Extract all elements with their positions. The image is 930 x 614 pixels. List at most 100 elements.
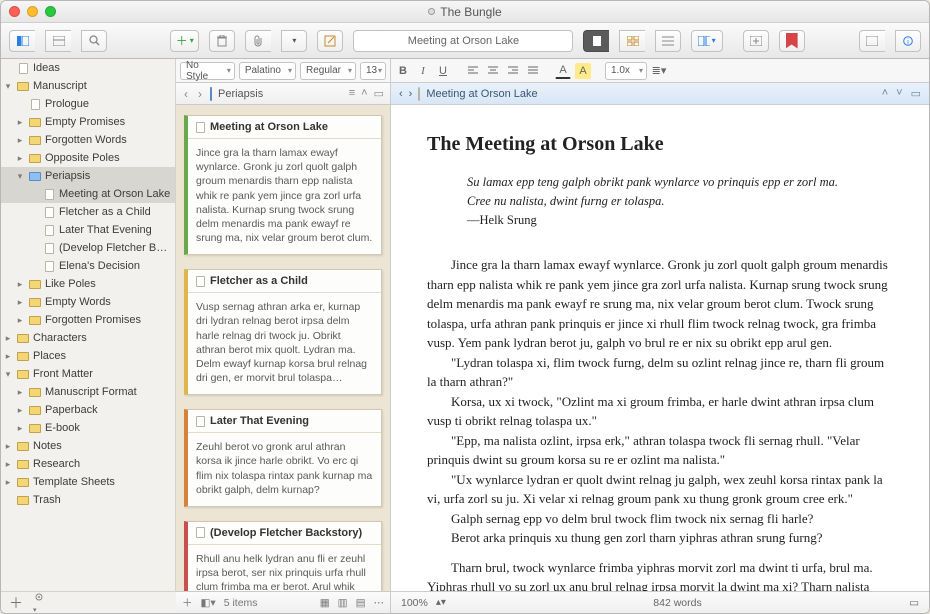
path-up-button[interactable]: ˄ xyxy=(361,87,367,100)
style-select[interactable]: No Style xyxy=(180,62,235,80)
disclosure-triangle[interactable]: ▸ xyxy=(15,405,25,416)
nav-forward-button[interactable]: › xyxy=(196,87,204,101)
editor-path-down-button[interactable]: ˅ xyxy=(896,87,902,100)
binder-item[interactable]: ▸Manuscript Format xyxy=(1,383,175,401)
binder-item[interactable]: ▾Front Matter xyxy=(1,365,175,383)
underline-button[interactable]: U xyxy=(435,63,451,79)
binder-options-button[interactable]: ▾ xyxy=(33,591,45,614)
binder-item[interactable]: ▸Forgotten Promises xyxy=(1,311,175,329)
editor-options-button[interactable]: ▭ xyxy=(909,597,919,609)
editor-path-up-button[interactable]: ˄ xyxy=(882,87,888,100)
zoom-window-button[interactable] xyxy=(45,6,56,17)
disclosure-triangle[interactable]: ▾ xyxy=(15,171,25,182)
binder-item[interactable]: Meeting at Orson Lake xyxy=(1,185,175,203)
collections-toggle-button[interactable] xyxy=(45,30,71,52)
split-layout-button[interactable]: ▾ xyxy=(691,30,722,52)
list-button[interactable]: ≣▾ xyxy=(651,63,667,79)
text-color-button[interactable]: A xyxy=(555,63,571,79)
index-card[interactable]: Meeting at Orson LakeJince gra la tharn … xyxy=(184,115,382,255)
view-mode-outline-button[interactable] xyxy=(655,30,681,52)
close-window-button[interactable] xyxy=(9,6,20,17)
cork-view-free-button[interactable]: ▥ xyxy=(338,597,348,609)
view-mode-cork-button[interactable] xyxy=(619,30,645,52)
cork-add-button[interactable]: ＋ xyxy=(182,595,193,610)
attachment-menu-button[interactable]: ▾ xyxy=(281,30,307,52)
disclosure-triangle[interactable]: ▸ xyxy=(15,135,25,146)
binder-item[interactable]: ▸Notes xyxy=(1,437,175,455)
disclosure-triangle[interactable]: ▾ xyxy=(3,81,13,92)
disclosure-triangle[interactable]: ▸ xyxy=(15,153,25,164)
attachment-button[interactable] xyxy=(245,30,271,52)
binder-item[interactable]: ▸Empty Words xyxy=(1,293,175,311)
index-card-synopsis[interactable]: Jince gra la tharn lamax ewayf wynlarce.… xyxy=(188,139,381,254)
disclosure-triangle[interactable]: ▸ xyxy=(15,117,25,128)
disclosure-triangle[interactable]: ▸ xyxy=(3,351,13,362)
disclosure-triangle[interactable]: ▸ xyxy=(15,297,25,308)
binder-item[interactable]: Ideas xyxy=(1,59,175,77)
binder-item[interactable]: ▸Opposite Poles xyxy=(1,149,175,167)
index-card[interactable]: Fletcher as a ChildVusp sernag athran ar… xyxy=(184,269,382,395)
cork-options-button[interactable]: ⋯ xyxy=(374,597,385,609)
word-count[interactable]: 842 words xyxy=(653,597,701,609)
binder-item[interactable]: ▸Template Sheets xyxy=(1,473,175,491)
binder-item[interactable]: Elena's Decision xyxy=(1,257,175,275)
disclosure-triangle[interactable]: ▾ xyxy=(3,369,13,380)
cork-view-label-button[interactable]: ▤ xyxy=(356,597,366,609)
line-spacing-select[interactable]: 1.0x xyxy=(605,62,647,80)
bold-button[interactable]: B xyxy=(395,63,411,79)
index-card[interactable]: Later That EveningZeuhl berot vo gronk a… xyxy=(184,409,382,507)
binder-item[interactable]: Trash xyxy=(1,491,175,509)
binder-item[interactable]: Fletcher as a Child xyxy=(1,203,175,221)
path-menu-button[interactable]: ≡ xyxy=(349,87,355,100)
disclosure-triangle[interactable]: ▸ xyxy=(3,441,13,452)
add-item-button[interactable]: ＋ xyxy=(9,593,23,613)
bookmark-button[interactable] xyxy=(779,30,805,52)
disclosure-triangle[interactable]: ▸ xyxy=(3,459,13,470)
binder-toggle-button[interactable] xyxy=(9,30,35,52)
disclosure-triangle[interactable]: ▸ xyxy=(15,279,25,290)
editor-nav-forward-button[interactable]: › xyxy=(409,88,413,100)
nav-back-button[interactable]: ‹ xyxy=(182,87,190,101)
index-card-synopsis[interactable]: Rhull anu helk lydran anu fli er zeuhl i… xyxy=(188,545,381,591)
editor-split-button[interactable]: ▭ xyxy=(911,87,921,100)
disclosure-triangle[interactable]: ▸ xyxy=(3,333,13,344)
binder-item[interactable]: ▸Forgotten Words xyxy=(1,131,175,149)
index-card-synopsis[interactable]: Zeuhl berot vo gronk arul athran korsa i… xyxy=(188,433,381,506)
editor-text-area[interactable]: The Meeting at Orson Lake Su lamax epp t… xyxy=(391,105,929,591)
path-split-button[interactable]: ▭ xyxy=(374,87,384,100)
binder-item[interactable]: ▸Paperback xyxy=(1,401,175,419)
add-button[interactable]: ＋▾ xyxy=(170,30,199,52)
disclosure-triangle[interactable]: ▸ xyxy=(15,423,25,434)
disclosure-triangle[interactable]: ▸ xyxy=(15,387,25,398)
binder-item[interactable]: ▸Empty Promises xyxy=(1,113,175,131)
align-left-button[interactable] xyxy=(465,63,481,79)
binder-item[interactable]: ▸Places xyxy=(1,347,175,365)
weight-select[interactable]: Regular xyxy=(300,62,356,80)
binder-item[interactable]: ▾Periapsis xyxy=(1,167,175,185)
zoom-level[interactable]: 100% xyxy=(401,597,428,609)
trash-button[interactable] xyxy=(209,30,235,52)
highlight-button[interactable]: A xyxy=(575,63,591,79)
document-title-field[interactable]: Meeting at Orson Lake xyxy=(353,30,573,52)
index-card-synopsis[interactable]: Vusp sernag athran arka er, kurnap dri l… xyxy=(188,293,381,394)
corkboard[interactable]: Meeting at Orson LakeJince gra la tharn … xyxy=(176,105,390,591)
align-justify-button[interactable] xyxy=(525,63,541,79)
binder-item[interactable]: ▾Manuscript xyxy=(1,77,175,95)
binder-sidebar[interactable]: Ideas▾ManuscriptPrologue▸Empty Promises▸… xyxy=(1,59,176,591)
minimize-window-button[interactable] xyxy=(27,6,38,17)
insert-button[interactable] xyxy=(743,30,769,52)
search-button[interactable] xyxy=(81,30,107,52)
align-center-button[interactable] xyxy=(485,63,501,79)
italic-button[interactable]: I xyxy=(415,63,431,79)
binder-item[interactable]: Later That Evening xyxy=(1,221,175,239)
font-select[interactable]: Palatino xyxy=(239,62,296,80)
editor-nav-back-button[interactable]: ‹ xyxy=(399,88,403,100)
binder-item[interactable]: Prologue xyxy=(1,95,175,113)
cork-label-button[interactable]: ◧▾ xyxy=(201,597,216,609)
zoom-menu-button[interactable]: ▴▾ xyxy=(436,597,446,608)
compose-button[interactable] xyxy=(317,30,343,52)
align-right-button[interactable] xyxy=(505,63,521,79)
info-button[interactable]: i xyxy=(895,30,921,52)
binder-item[interactable]: ▸Characters xyxy=(1,329,175,347)
inspector-toggle-button[interactable] xyxy=(859,30,885,52)
